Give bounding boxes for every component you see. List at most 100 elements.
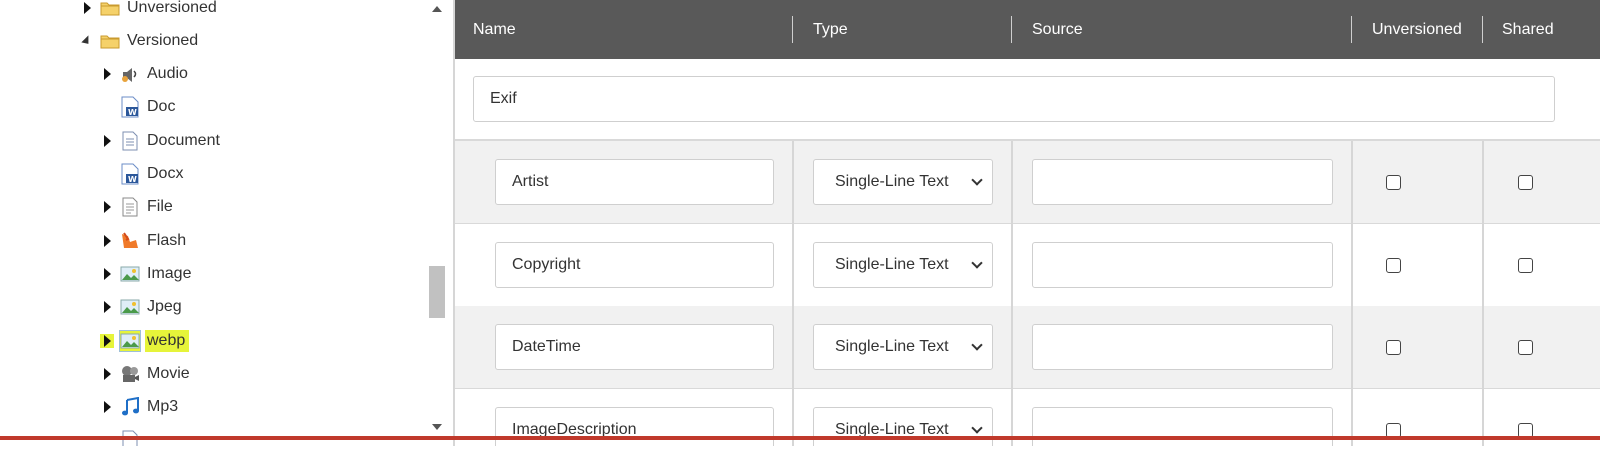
collapse-arrow-icon[interactable] bbox=[80, 34, 94, 48]
word-doc-icon: W bbox=[120, 163, 140, 185]
music-note-icon bbox=[120, 397, 140, 417]
app-root: Unversioned Versioned Audio W Doc Docume… bbox=[0, 0, 1600, 450]
chevron-down-icon bbox=[971, 339, 983, 351]
image-icon bbox=[120, 264, 140, 284]
unversioned-checkbox[interactable] bbox=[1386, 340, 1401, 355]
column-divider[interactable] bbox=[792, 16, 793, 43]
table-row: Single-Line Text bbox=[455, 306, 1600, 389]
field-name-input[interactable] bbox=[495, 159, 774, 205]
field-type-select[interactable]: Single-Line Text bbox=[813, 242, 993, 288]
column-header-source[interactable]: Source bbox=[1032, 0, 1083, 59]
tree-item-mp3[interactable]: Mp3 bbox=[100, 394, 178, 420]
chevron-down-icon bbox=[971, 422, 983, 434]
field-type-select[interactable]: Single-Line Text bbox=[813, 324, 993, 370]
section-name-input[interactable] bbox=[473, 76, 1555, 122]
file-icon bbox=[120, 197, 140, 217]
expand-arrow-icon[interactable] bbox=[100, 300, 114, 314]
expand-arrow-icon[interactable] bbox=[100, 334, 114, 348]
column-header-unversioned[interactable]: Unversioned bbox=[1372, 0, 1462, 59]
tree-item-label: Versioned bbox=[127, 32, 199, 49]
source-input[interactable] bbox=[1032, 324, 1333, 370]
document-icon bbox=[120, 131, 140, 151]
tree-item-audio[interactable]: Audio bbox=[100, 61, 188, 87]
tree-item-document[interactable]: Document bbox=[100, 128, 220, 154]
source-input[interactable] bbox=[1032, 407, 1333, 446]
table-row: Single-Line Text bbox=[455, 224, 1600, 307]
grid-header: Name Type Source Unversioned Shared bbox=[455, 0, 1600, 59]
field-type-select[interactable]: Single-Line Text bbox=[813, 159, 993, 205]
bottom-border bbox=[0, 436, 1600, 440]
column-divider[interactable] bbox=[1351, 16, 1352, 43]
column-header-type[interactable]: Type bbox=[813, 0, 848, 59]
word-doc-icon: W bbox=[120, 96, 140, 118]
tree-item-jpeg[interactable]: Jpeg bbox=[100, 294, 182, 320]
table-row: Single-Line Text bbox=[455, 141, 1600, 224]
tree-scrollbar[interactable] bbox=[428, 0, 446, 446]
field-name-input[interactable] bbox=[495, 407, 774, 446]
tree-item-label: Jpeg bbox=[147, 298, 182, 315]
expand-arrow-icon[interactable] bbox=[100, 400, 114, 414]
field-name-input[interactable] bbox=[495, 242, 774, 288]
expand-arrow-icon[interactable] bbox=[100, 134, 114, 148]
tree-item-movie[interactable]: Movie bbox=[100, 361, 190, 387]
column-divider[interactable] bbox=[1011, 16, 1012, 43]
scroll-up-arrow-icon[interactable] bbox=[432, 6, 442, 12]
tree-item-file[interactable]: File bbox=[100, 194, 173, 220]
tree-item-label: Flash bbox=[147, 232, 187, 249]
film-reel-icon bbox=[120, 364, 140, 384]
expand-arrow-icon[interactable] bbox=[100, 200, 114, 214]
tree-item-label: Document bbox=[147, 132, 220, 149]
image-icon bbox=[120, 297, 140, 317]
field-type-select[interactable]: Single-Line Text bbox=[813, 407, 993, 446]
expand-arrow-icon[interactable] bbox=[100, 67, 114, 81]
expand-arrow-icon[interactable] bbox=[80, 1, 94, 15]
svg-text:W: W bbox=[128, 175, 137, 184]
unversioned-checkbox[interactable] bbox=[1386, 258, 1401, 273]
unversioned-checkbox[interactable] bbox=[1386, 175, 1401, 190]
tree-item-label: Doc bbox=[147, 98, 176, 115]
expand-arrow-icon[interactable] bbox=[100, 367, 114, 381]
scrollbar-thumb[interactable] bbox=[429, 266, 445, 318]
chevron-down-icon bbox=[971, 174, 983, 186]
expand-arrow-icon[interactable] bbox=[100, 234, 114, 248]
expand-arrow-icon[interactable] bbox=[100, 267, 114, 281]
field-type-value: Single-Line Text bbox=[835, 173, 949, 190]
tree-item-webp[interactable]: webp bbox=[100, 328, 190, 354]
column-header-shared[interactable]: Shared bbox=[1502, 0, 1554, 59]
tree-item-flash[interactable]: Flash bbox=[100, 228, 186, 254]
field-name-input[interactable] bbox=[495, 324, 774, 370]
tree-item-label: File bbox=[147, 198, 173, 215]
chevron-down-icon bbox=[971, 257, 983, 269]
source-input[interactable] bbox=[1032, 159, 1333, 205]
tree-item-label: Docx bbox=[147, 165, 184, 182]
section-row bbox=[455, 59, 1600, 141]
shared-checkbox[interactable] bbox=[1518, 175, 1533, 190]
column-header-name[interactable]: Name bbox=[473, 0, 516, 59]
shared-checkbox[interactable] bbox=[1518, 340, 1533, 355]
tree-item-label: Movie bbox=[147, 365, 190, 382]
column-divider[interactable] bbox=[1482, 16, 1483, 43]
tree-item-doc[interactable]: W Doc bbox=[100, 94, 175, 120]
image-icon bbox=[119, 330, 141, 352]
field-type-value: Single-Line Text bbox=[835, 256, 949, 273]
folder-icon bbox=[100, 31, 120, 51]
tree-item-versioned[interactable]: Versioned bbox=[80, 28, 198, 54]
tree-item-label: Unversioned bbox=[127, 0, 217, 16]
source-input[interactable] bbox=[1032, 242, 1333, 288]
shared-checkbox[interactable] bbox=[1518, 258, 1533, 273]
tree-item-label: Audio bbox=[147, 65, 188, 82]
tree-item-label: Mp3 bbox=[147, 398, 179, 415]
svg-text:W: W bbox=[128, 108, 137, 117]
tree-item-image[interactable]: Image bbox=[100, 261, 191, 287]
folder-icon bbox=[100, 0, 120, 18]
fields-grid: Name Type Source Unversioned Shared Sing… bbox=[453, 0, 1600, 446]
field-type-value: Single-Line Text bbox=[835, 338, 949, 355]
tree-item-unversioned[interactable]: Unversioned bbox=[80, 0, 217, 21]
content-tree: Unversioned Versioned Audio W Doc Docume… bbox=[0, 0, 430, 446]
tree-item-label: webp bbox=[145, 330, 190, 352]
speaker-icon bbox=[120, 64, 140, 84]
flash-icon bbox=[120, 231, 140, 251]
tree-item-docx[interactable]: W Docx bbox=[100, 161, 183, 187]
scroll-down-arrow-icon[interactable] bbox=[432, 424, 442, 430]
tree-item-label: Image bbox=[147, 265, 192, 282]
